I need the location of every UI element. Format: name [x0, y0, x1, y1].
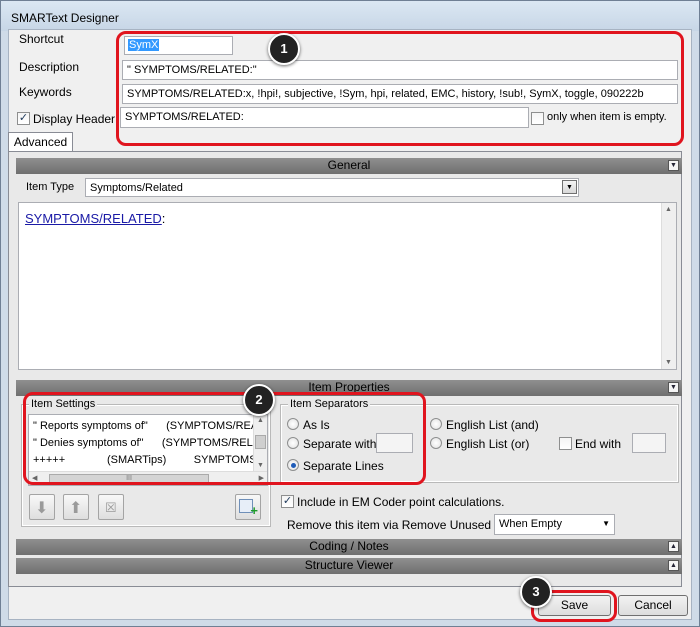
editor-scrollbar[interactable]: ▲ ▼ — [661, 203, 676, 369]
add-item-button[interactable]: + — [235, 494, 261, 520]
general-section-header[interactable]: General ▼ — [16, 158, 682, 174]
window-title: SMARText Designer — [11, 11, 119, 25]
display-header-checkbox[interactable]: ✓ — [17, 112, 30, 125]
item-type-label: Item Type — [26, 181, 75, 193]
item-text-editor[interactable]: SYMPTOMS/RELATED: ▲ ▼ — [18, 202, 677, 370]
radio-english-or-label: English List (or) — [446, 437, 530, 451]
callout-badge-2: 2 — [243, 384, 275, 416]
include-em-checkbox[interactable]: ✓ — [281, 495, 294, 508]
chevron-down-icon[interactable]: ▼ — [602, 519, 610, 528]
plus-icon: + — [250, 503, 258, 518]
cancel-button[interactable]: Cancel — [618, 595, 688, 616]
remove-unused-label: Remove this item via Remove Unused - — [287, 518, 499, 532]
title-bar[interactable]: SMARText Designer — [1, 1, 699, 31]
end-with-label: End with — [575, 437, 622, 451]
radio-english-or[interactable] — [430, 437, 442, 449]
radio-english-and[interactable] — [430, 418, 442, 430]
chevron-down-icon[interactable]: ▼ — [562, 180, 577, 194]
include-em-label: Include in EM Coder point calculations. — [297, 495, 505, 509]
remove-unused-value: When Empty — [499, 518, 562, 530]
item-type-value: Symptoms/Related — [90, 182, 183, 194]
move-down-button[interactable]: ⬇ — [29, 494, 55, 520]
editor-suffix: : — [161, 211, 166, 226]
display-header-label: Display Header — [33, 112, 116, 126]
tab-advanced[interactable]: Advanced — [8, 132, 73, 152]
arrow-up-icon: ⬆ — [69, 500, 83, 517]
callout-badge-3: 3 — [520, 576, 552, 608]
collapse-icon[interactable]: ▼ — [668, 382, 679, 393]
structure-viewer-title: Structure Viewer — [304, 558, 394, 572]
description-label: Description — [19, 60, 80, 74]
delete-item-button[interactable]: ☒ — [98, 494, 124, 520]
end-with-input[interactable] — [632, 433, 666, 453]
collapse-icon[interactable]: ▼ — [668, 160, 679, 171]
item-type-select[interactable]: Symptoms/Related ▼ — [85, 178, 579, 197]
move-up-button[interactable]: ⬆ — [63, 494, 89, 520]
general-section-title: General — [327, 158, 371, 172]
scroll-up-icon[interactable]: ▲ — [665, 206, 672, 213]
end-with-checkbox[interactable] — [559, 437, 572, 450]
callout-box-1 — [116, 31, 684, 146]
coding-notes-section-header[interactable]: Coding / Notes ▲ — [16, 539, 682, 555]
keywords-label: Keywords — [19, 85, 72, 99]
callout-badge-1: 1 — [268, 33, 300, 65]
scroll-down-icon[interactable]: ▼ — [665, 359, 672, 366]
delete-list-icon: ☒ — [105, 500, 117, 515]
arrow-down-icon: ⬇ — [35, 500, 49, 517]
editor-link-text[interactable]: SYMPTOMS/RELATED — [25, 211, 162, 226]
shortcut-label: Shortcut — [19, 32, 64, 46]
expand-icon[interactable]: ▲ — [668, 560, 679, 571]
callout-box-2 — [23, 392, 426, 485]
coding-notes-title: Coding / Notes — [309, 539, 389, 553]
structure-viewer-section-header[interactable]: Structure Viewer ▲ — [16, 558, 682, 574]
radio-english-and-label: English List (and) — [446, 418, 539, 432]
remove-unused-select[interactable]: When Empty ▼ — [494, 514, 615, 535]
smartext-designer-window: SMARText Designer Shortcut SymX Descript… — [0, 0, 700, 627]
expand-icon[interactable]: ▲ — [668, 541, 679, 552]
